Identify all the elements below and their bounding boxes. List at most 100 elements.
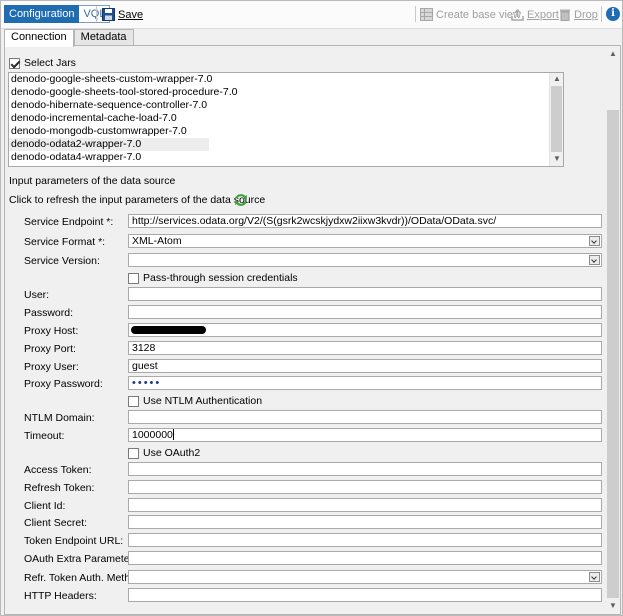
create-base-view-label: Create base view	[436, 8, 521, 21]
proxy-password-field[interactable]: •••••	[128, 376, 602, 390]
section-title: Input parameters of the data source	[9, 175, 176, 187]
refr-token-auth-method-label: Refr. Token Auth. Method:	[24, 572, 145, 584]
proxy-user-field[interactable]: guest	[128, 359, 602, 373]
redacted-value	[131, 326, 206, 334]
list-item[interactable]: denodo-mongodb-customwrapper-7.0	[9, 125, 209, 138]
password-label: Password:	[24, 307, 74, 319]
refresh-token-label: Refresh Token:	[24, 482, 95, 494]
token-endpoint-url-label: Token Endpoint URL:	[24, 535, 124, 547]
proxy-host-label: Proxy Host:	[24, 325, 79, 337]
toolbar-separator	[415, 6, 416, 22]
export-label: Export	[527, 8, 559, 21]
timeout-field[interactable]: 1000000	[128, 428, 602, 442]
service-format-value: XML-Atom	[132, 235, 182, 247]
proxy-port-label: Proxy Port:	[24, 343, 76, 355]
toolbar-separator	[601, 6, 602, 22]
save-label: Save	[118, 8, 144, 21]
tab-connection[interactable]: Connection	[4, 29, 74, 47]
refresh-token-field[interactable]	[128, 480, 602, 494]
service-version-label: Service Version:	[24, 255, 100, 267]
jar-list-scrollbar[interactable]: ▲ ▼	[549, 73, 563, 166]
refresh-icon[interactable]	[234, 193, 248, 207]
select-jars-label: Select Jars	[24, 57, 76, 69]
scrollbar-thumb[interactable]	[607, 110, 619, 598]
oauth-extra-parameters-field[interactable]	[128, 551, 602, 565]
proxy-host-field[interactable]	[128, 323, 602, 337]
scroll-up-arrow-icon[interactable]: ▲	[551, 73, 563, 85]
drop-button[interactable]: Drop	[559, 7, 598, 22]
select-jars-checkbox-row[interactable]: Select Jars	[9, 57, 76, 69]
trash-icon	[560, 9, 570, 21]
chevron-down-icon[interactable]	[589, 236, 600, 246]
proxy-port-field[interactable]: 3128	[128, 341, 602, 355]
service-endpoint-label: Service Endpoint *:	[24, 216, 114, 228]
save-button[interactable]: Save	[102, 7, 143, 22]
service-format-label: Service Format *:	[24, 236, 106, 248]
http-headers-field[interactable]	[128, 588, 602, 602]
panel-scrollbar[interactable]: ▲ ▼	[606, 48, 620, 614]
chevron-down-icon[interactable]	[589, 572, 600, 582]
window: Configuration VQL Save Create base view	[0, 0, 623, 616]
token-endpoint-url-field[interactable]	[128, 533, 602, 547]
user-label: User:	[24, 289, 50, 301]
export-icon	[511, 8, 524, 21]
scrollbar-thumb[interactable]	[551, 86, 562, 152]
configuration-mode-button[interactable]: Configuration	[4, 5, 80, 23]
list-item-selected[interactable]: denodo-odata2-wrapper-7.0	[9, 138, 209, 151]
tab-bar: Connection Metadata	[4, 29, 134, 47]
access-token-label: Access Token:	[24, 464, 92, 476]
use-oauth2-checkbox[interactable]	[128, 447, 139, 459]
refr-token-auth-method-select[interactable]	[128, 570, 602, 584]
use-oauth2-label: Use OAuth2	[143, 447, 201, 459]
client-secret-label: Client Secret:	[24, 517, 88, 529]
text-caret	[172, 429, 174, 440]
pass-through-label: Pass-through session credentials	[143, 272, 298, 284]
refresh-parameters-text: Click to refresh the input parameters of…	[9, 194, 266, 206]
use-ntlm-label: Use NTLM Authentication	[143, 395, 263, 407]
client-id-label: Client Id:	[24, 500, 66, 512]
list-item[interactable]: denodo-incremental-cache-load-7.0	[9, 112, 209, 125]
chevron-down-icon[interactable]	[589, 255, 600, 265]
access-token-field[interactable]	[128, 462, 602, 476]
service-version-select[interactable]	[128, 253, 602, 267]
use-ntlm-checkbox[interactable]	[128, 395, 139, 407]
proxy-password-label: Proxy Password:	[24, 378, 103, 390]
list-item[interactable]: denodo-odata4-wrapper-7.0	[9, 151, 209, 164]
user-field[interactable]	[128, 287, 602, 301]
use-ntlm-row[interactable]: Use NTLM Authentication	[128, 395, 262, 407]
select-jars-checkbox[interactable]	[9, 57, 20, 69]
service-format-select[interactable]: XML-Atom	[128, 234, 602, 248]
jar-list[interactable]: denodo-google-sheets-custom-wrapper-7.0 …	[8, 72, 564, 167]
timeout-value: 1000000	[132, 429, 173, 441]
http-headers-label: HTTP Headers:	[24, 590, 97, 602]
proxy-user-label: Proxy User:	[24, 361, 79, 373]
client-id-field[interactable]	[128, 498, 602, 512]
ntlm-domain-field[interactable]	[128, 410, 602, 424]
create-base-view-button[interactable]: Create base view	[420, 7, 521, 22]
scroll-down-arrow-icon[interactable]: ▼	[551, 153, 563, 165]
list-item[interactable]: denodo-hibernate-sequence-controller-7.0	[9, 99, 209, 112]
create-base-view-icon	[420, 8, 433, 21]
oauth-extra-parameters-label: OAuth Extra Parameters:	[24, 553, 142, 565]
toolbar-separator	[96, 6, 97, 22]
mode-toggle: Configuration VQL	[4, 5, 111, 23]
tab-metadata[interactable]: Metadata	[73, 29, 134, 46]
pass-through-row[interactable]: Pass-through session credentials	[128, 272, 298, 284]
scroll-down-arrow-icon[interactable]: ▼	[607, 600, 619, 612]
client-secret-field[interactable]	[128, 515, 602, 529]
timeout-label: Timeout:	[24, 430, 65, 442]
password-field[interactable]	[128, 305, 602, 319]
pass-through-checkbox[interactable]	[128, 272, 139, 284]
list-item[interactable]: denodo-google-sheets-tool-stored-procedu…	[9, 86, 237, 99]
list-item[interactable]: denodo-google-sheets-custom-wrapper-7.0	[9, 73, 212, 86]
scroll-up-arrow-icon[interactable]: ▲	[607, 48, 619, 60]
info-icon[interactable]: i	[606, 7, 620, 21]
export-button[interactable]: Export	[511, 7, 559, 22]
proxy-password-dots: •••••	[132, 377, 162, 389]
save-icon	[102, 8, 115, 21]
service-endpoint-field[interactable]: http://services.odata.org/V2/(S(gsrk2wcs…	[128, 214, 602, 228]
drop-label: Drop	[574, 8, 598, 21]
ntlm-domain-label: NTLM Domain:	[24, 412, 95, 424]
use-oauth2-row[interactable]: Use OAuth2	[128, 447, 200, 459]
toolbar: Configuration VQL Save Create base view	[1, 1, 622, 29]
